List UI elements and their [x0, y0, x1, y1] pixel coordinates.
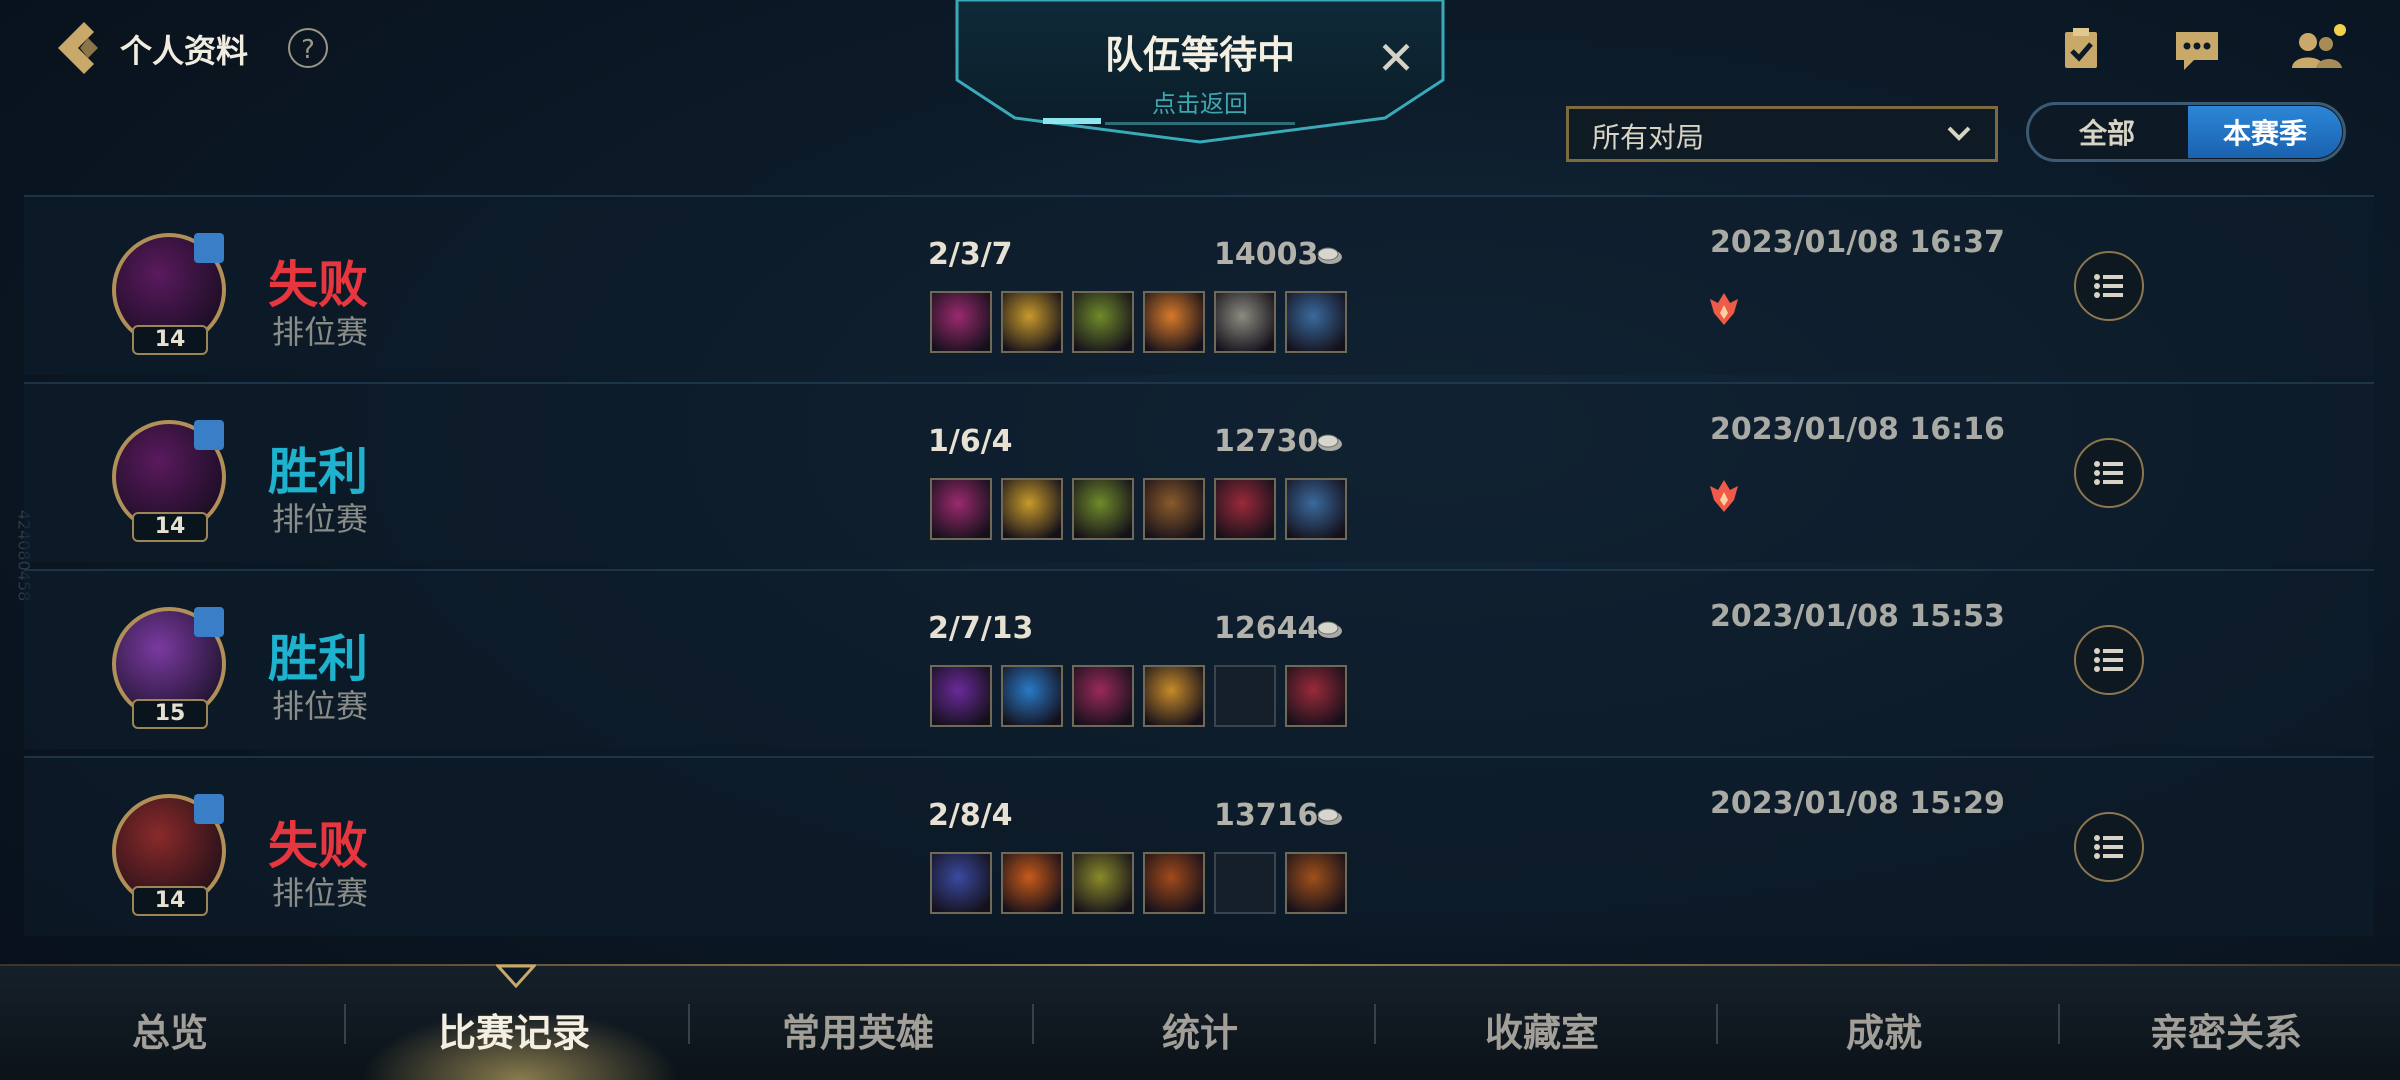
gold-amount: 14003 — [1214, 237, 1319, 272]
coins-icon — [1317, 808, 1342, 825]
item-slot[interactable] — [1143, 852, 1205, 914]
item-slot[interactable] — [1072, 478, 1134, 540]
item-slot[interactable] — [1072, 852, 1134, 914]
party-icon — [194, 607, 224, 637]
nav-separator — [1032, 1004, 1034, 1044]
coins-icon — [1317, 247, 1342, 264]
nav-tab[interactable]: 常用英雄 — [708, 1002, 1008, 1057]
party-icon — [194, 794, 224, 824]
nav-tab[interactable]: 收藏室 — [1392, 1002, 1692, 1057]
item-slot[interactable] — [930, 852, 992, 914]
item-slot[interactable] — [1285, 291, 1347, 353]
help-icon[interactable]: ? — [288, 28, 328, 68]
item-slot[interactable] — [930, 665, 992, 727]
item-slot[interactable] — [1143, 478, 1205, 540]
list-icon — [2094, 835, 2123, 859]
nav-active-caret-icon — [496, 964, 536, 988]
coins-icon — [1317, 621, 1342, 638]
item-slot[interactable] — [1001, 665, 1063, 727]
toggle-all-button[interactable]: 全部 — [2030, 112, 2184, 152]
nav-tab[interactable]: 统计 — [1050, 1002, 1350, 1057]
page-title: 个人资料 — [120, 32, 249, 70]
item-slot[interactable] — [1001, 852, 1063, 914]
queue-return-link[interactable]: 点击返回 — [955, 84, 1445, 119]
item-slot[interactable] — [1285, 478, 1347, 540]
kda-stats: 2/3/7 — [928, 237, 1013, 272]
toggle-season-button[interactable]: 本赛季 — [2188, 112, 2342, 152]
nav-separator — [344, 1004, 346, 1044]
item-slot[interactable] — [1214, 478, 1276, 540]
party-icon — [194, 420, 224, 450]
kda-stats: 2/7/13 — [928, 611, 1034, 646]
match-mode: 排位赛 — [272, 687, 369, 725]
item-slot[interactable] — [930, 478, 992, 540]
gold-amount: 13716 — [1214, 798, 1319, 833]
nav-separator — [1716, 1004, 1718, 1044]
match-mode: 排位赛 — [272, 874, 369, 912]
match-datetime: 2023/01/08 16:16 — [1710, 412, 2005, 447]
item-slot[interactable] — [1214, 665, 1276, 727]
item-slot[interactable] — [1214, 852, 1276, 914]
item-slot[interactable] — [1001, 291, 1063, 353]
item-slot[interactable] — [1285, 852, 1347, 914]
match-datetime: 2023/01/08 16:37 — [1710, 225, 2005, 260]
back-arrow-icon[interactable] — [50, 18, 106, 78]
match-mode: 排位赛 — [272, 313, 369, 351]
item-slot[interactable] — [1143, 291, 1205, 353]
close-icon[interactable]: ✕ — [1374, 35, 1418, 81]
item-slot[interactable] — [1214, 291, 1276, 353]
nav-tab[interactable]: 亲密关系 — [2076, 1002, 2376, 1057]
coins-icon — [1317, 434, 1342, 451]
nav-separator — [688, 1004, 690, 1044]
clipboard-check-icon[interactable] — [2056, 24, 2106, 74]
match-mode: 排位赛 — [272, 500, 369, 538]
gold-amount: 12644 — [1214, 611, 1319, 646]
match-datetime: 2023/01/08 15:29 — [1710, 786, 2005, 821]
champion-level: 14 — [132, 325, 208, 355]
chevron-down-icon — [1947, 126, 1971, 141]
gold-amount: 12730 — [1214, 424, 1319, 459]
kda-stats: 2/8/4 — [928, 798, 1013, 833]
nav-tab[interactable]: 比赛记录 — [364, 1002, 664, 1057]
champion-level: 14 — [132, 886, 208, 916]
match-filter-value: 所有对局 — [1592, 121, 1705, 154]
champion-level: 15 — [132, 699, 208, 729]
flame-icon — [1710, 293, 1738, 325]
list-icon — [2094, 648, 2123, 672]
item-slot[interactable] — [1072, 291, 1134, 353]
list-icon — [2094, 274, 2123, 298]
friends-icon[interactable] — [2288, 24, 2348, 74]
champion-level: 14 — [132, 512, 208, 542]
item-slot[interactable] — [1072, 665, 1134, 727]
nav-tab[interactable]: 成就 — [1734, 1002, 2034, 1057]
item-slot[interactable] — [930, 291, 992, 353]
item-slot[interactable] — [1001, 478, 1063, 540]
nav-separator — [1374, 1004, 1376, 1044]
item-slot[interactable] — [1143, 665, 1205, 727]
flame-icon — [1710, 480, 1738, 512]
chat-bubble-icon[interactable] — [2172, 24, 2222, 74]
list-icon — [2094, 461, 2123, 485]
kda-stats: 1/6/4 — [928, 424, 1013, 459]
nav-separator — [2058, 1004, 2060, 1044]
queue-title: 队伍等待中 — [1104, 33, 1295, 77]
match-datetime: 2023/01/08 15:53 — [1710, 599, 2005, 634]
nav-tab[interactable]: 总览 — [20, 1002, 320, 1057]
party-icon — [194, 233, 224, 263]
item-slot[interactable] — [1285, 665, 1347, 727]
